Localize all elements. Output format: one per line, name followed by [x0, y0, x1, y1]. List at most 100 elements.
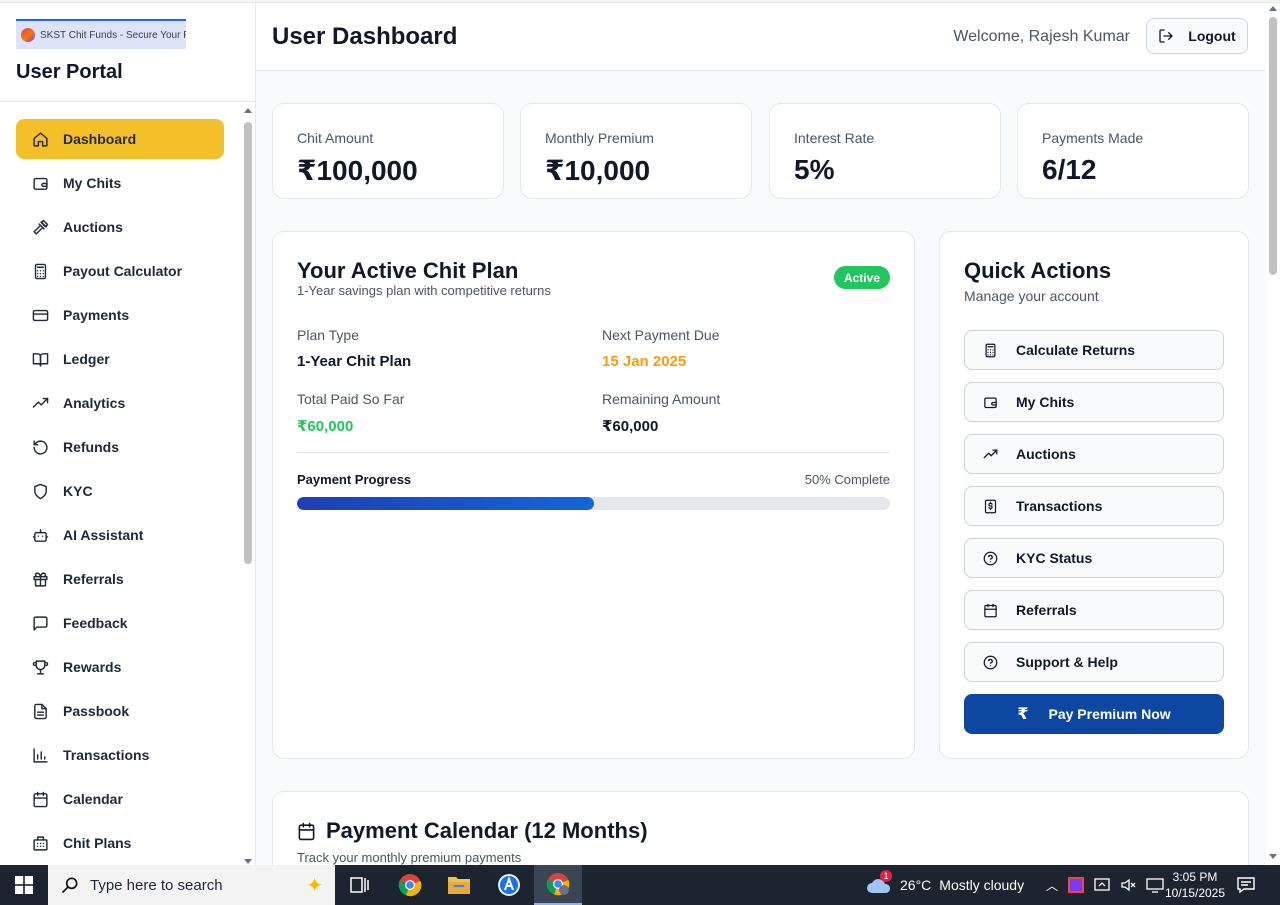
plan-divider	[297, 452, 890, 453]
sidebar-item-auctions[interactable]: Auctions	[16, 207, 224, 247]
trending-up-icon	[983, 449, 998, 458]
receipt-icon	[984, 499, 997, 513]
wallet-icon	[33, 177, 48, 190]
stat-value: 6/12	[1042, 154, 1097, 185]
stat-card-chit-amount: Chit Amount ₹100,000	[272, 103, 504, 199]
sidebar-item-my-chits[interactable]: My Chits	[16, 163, 224, 203]
sidebar-item-label: Feedback	[63, 615, 128, 631]
tray-app-icon[interactable]	[1068, 877, 1085, 893]
main-scrollbar[interactable]	[1266, 3, 1280, 865]
progress-bar	[297, 497, 890, 510]
calendar-icon	[33, 791, 48, 807]
sidebar-item-kyc[interactable]: KYC	[16, 471, 224, 511]
kyc-status-button[interactable]: KYC Status	[964, 538, 1224, 578]
calendar-icon	[984, 603, 997, 617]
sidebar-item-referrals[interactable]: Referrals	[16, 559, 224, 599]
button-label: My Chits	[1016, 394, 1075, 410]
sidebar-item-feedback[interactable]: Feedback	[16, 603, 224, 643]
sidebar-item-ai-assistant[interactable]: AI Assistant	[16, 515, 224, 555]
quick-actions-title: Quick Actions	[964, 258, 1112, 283]
stat-value: 5%	[794, 154, 835, 185]
sidebar-scrollbar[interactable]	[241, 106, 255, 866]
file-explorer-button[interactable]	[435, 865, 483, 905]
welcome-text: Welcome, Rajesh Kumar	[953, 28, 1130, 45]
sidebar-item-label: AI Assistant	[63, 527, 144, 543]
logout-icon	[1159, 29, 1173, 43]
sidebar-scroll-thumb[interactable]	[244, 122, 252, 564]
volume-muted-icon[interactable]	[1120, 877, 1136, 893]
scroll-down-icon[interactable]	[1269, 854, 1277, 859]
scroll-down-icon[interactable]	[244, 859, 252, 864]
cloud-icon: 1	[866, 870, 892, 896]
button-label: Transactions	[1016, 498, 1103, 514]
chevron-up-icon[interactable]: ︿	[1046, 877, 1058, 894]
transactions-button[interactable]: Transactions	[964, 486, 1224, 526]
sidebar-item-label: Analytics	[63, 395, 126, 411]
sidebar-item-ledger[interactable]: Ledger	[16, 339, 224, 379]
sidebar-item-refunds[interactable]: Refunds	[16, 427, 224, 467]
stat-card-payments-made: Payments Made 6/12	[1017, 103, 1249, 199]
rotate-ccw-icon	[33, 439, 48, 455]
weather-badge: 1	[880, 870, 892, 882]
auctions-button[interactable]: Auctions	[964, 434, 1224, 474]
app-taskbar-button[interactable]	[485, 865, 533, 905]
field-value: ₹60,000	[297, 418, 354, 435]
sidebar-item-payments[interactable]: Payments	[16, 295, 224, 335]
sidebar-item-payout-calculator[interactable]: Payout Calculator	[16, 251, 224, 291]
help-circle-icon	[983, 551, 998, 565]
sidebar-item-transactions[interactable]: Transactions	[16, 735, 224, 775]
button-label: Pay Premium Now	[1048, 706, 1171, 722]
pay-premium-button[interactable]: ₹ Pay Premium Now	[964, 694, 1224, 734]
calculator-icon	[34, 263, 47, 279]
folder-icon	[448, 877, 470, 894]
payment-calendar-card: Payment Calendar (12 Months) Track your …	[272, 791, 1249, 865]
stat-label: Payments Made	[1042, 130, 1144, 146]
chrome-taskbar-button[interactable]	[386, 865, 434, 905]
sidebar-item-label: Rewards	[63, 659, 122, 675]
browser-tab-thumbnail[interactable]: SKST Chit Funds - Secure Your F	[16, 19, 186, 49]
taskbar-clock[interactable]: 3:05 PM 10/15/2025	[1164, 869, 1226, 901]
button-label: KYC Status	[1016, 550, 1093, 566]
calculate-returns-button[interactable]: Calculate Returns	[964, 330, 1224, 370]
sidebar-item-calendar[interactable]: Calendar	[16, 779, 224, 819]
field-label: Next Payment Due	[602, 327, 720, 343]
main-scroll-thumb[interactable]	[1269, 17, 1277, 275]
credit-card-icon	[32, 309, 49, 321]
logout-button[interactable]: Logout	[1146, 18, 1248, 54]
scroll-up-icon[interactable]	[244, 108, 252, 113]
calendar-title: Payment Calendar (12 Months)	[297, 818, 648, 844]
sidebar-divider	[0, 101, 255, 102]
my-chits-button[interactable]: My Chits	[964, 382, 1224, 422]
search-icon	[61, 877, 78, 894]
sidebar-item-dashboard[interactable]: Dashboard	[16, 119, 224, 159]
button-label: Support & Help	[1016, 654, 1118, 670]
windows-taskbar: Type here to search ✦ 1 26°C Mostly clou…	[0, 865, 1280, 905]
windows-logo-icon	[15, 876, 33, 894]
sidebar-item-analytics[interactable]: Analytics	[16, 383, 224, 423]
field-value: ₹60,000	[602, 418, 659, 435]
taskbar-search[interactable]: Type here to search ✦	[48, 865, 335, 905]
progress-fill	[297, 497, 594, 510]
network-icon[interactable]	[1094, 877, 1110, 893]
sidebar-item-passbook[interactable]: Passbook	[16, 691, 224, 731]
start-button[interactable]	[0, 865, 48, 905]
plan-type-field: Plan Type 1-Year Chit Plan	[297, 327, 411, 370]
sidebar-nav: Dashboard My Chits Auctions Payout Calcu…	[16, 119, 224, 867]
notifications-button[interactable]	[1236, 875, 1256, 900]
help-circle-icon	[983, 655, 998, 669]
chrome-active-taskbar-button[interactable]	[534, 865, 582, 905]
calendar-title-text: Payment Calendar (12 Months)	[326, 818, 648, 843]
task-view-button[interactable]	[336, 865, 384, 905]
sidebar-item-label: Passbook	[63, 703, 130, 719]
app-store-icon	[498, 874, 520, 896]
sidebar-item-rewards[interactable]: Rewards	[16, 647, 224, 687]
remaining-amount-field: Remaining Amount ₹60,000	[602, 391, 720, 435]
sidebar-item-chit-plans[interactable]: Chit Plans	[16, 823, 224, 863]
referrals-button[interactable]: Referrals	[964, 590, 1224, 630]
support-help-button[interactable]: Support & Help	[964, 642, 1224, 682]
sparkle-icon: ✦	[306, 875, 323, 897]
weather-widget[interactable]: 1 26°C Mostly cloudy	[866, 865, 1024, 905]
scroll-up-icon[interactable]	[1269, 6, 1277, 11]
display-icon[interactable]	[1146, 877, 1164, 893]
sidebar-item-label: Dashboard	[63, 131, 137, 147]
